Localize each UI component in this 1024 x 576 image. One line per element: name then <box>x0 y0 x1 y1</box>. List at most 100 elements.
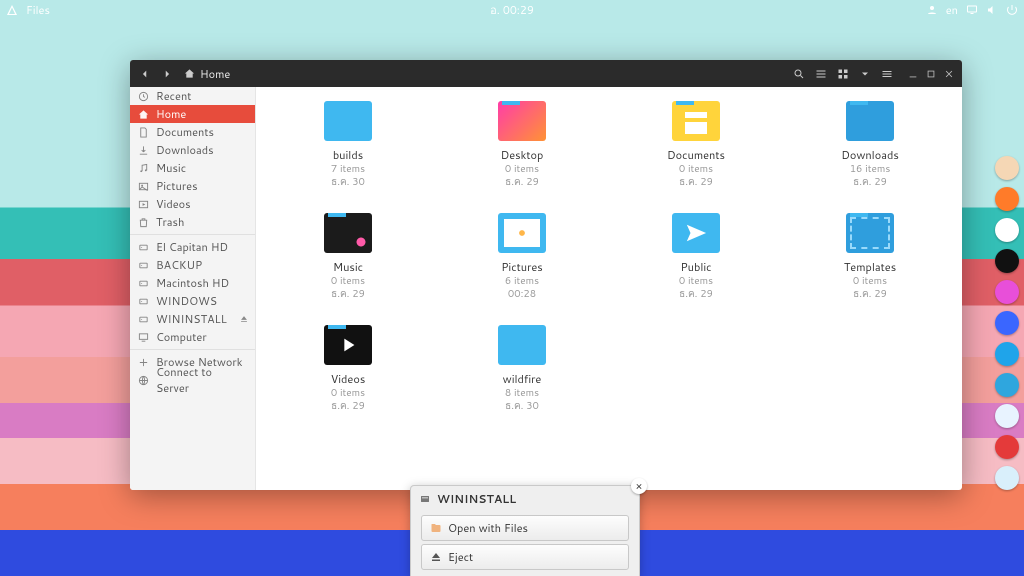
sidebar-item-windows[interactable]: WINDOWS <box>130 292 255 310</box>
folder-name: Downloads <box>841 147 899 163</box>
hamburger-menu-button[interactable] <box>878 65 896 83</box>
folder-wildfire[interactable]: wildfire8 itemsธ.ค. 30 <box>440 325 604 413</box>
drive-icon <box>138 260 149 271</box>
folder-music[interactable]: Music0 itemsธ.ค. 29 <box>266 213 430 301</box>
sidebar-item-label: BACKUP <box>156 257 202 273</box>
top-panel: Files อ. 00:29 en <box>0 0 1024 20</box>
eject-icon <box>430 551 442 563</box>
view-grid-button[interactable] <box>834 65 852 83</box>
folder-public[interactable]: Public0 itemsธ.ค. 29 <box>614 213 778 301</box>
files-app-icon <box>430 522 442 534</box>
drive-icon <box>138 242 149 253</box>
eject-icon[interactable] <box>239 314 249 324</box>
keyboard-layout[interactable]: en <box>946 2 958 18</box>
server-icon <box>138 375 149 386</box>
sidebar-item-computer[interactable]: Computer <box>130 328 255 346</box>
pic-icon <box>138 181 149 192</box>
folder-icon <box>846 101 894 141</box>
eject-label: Eject <box>448 549 473 565</box>
folder-documents[interactable]: Documents0 itemsธ.ค. 29 <box>614 101 778 189</box>
view-list-button[interactable] <box>812 65 830 83</box>
folder-date: ธ.ค. 29 <box>679 176 713 189</box>
sidebar-item-videos[interactable]: Videos <box>130 195 255 213</box>
display-icon[interactable] <box>966 4 978 16</box>
dock-files[interactable] <box>995 156 1019 180</box>
folder-videos[interactable]: Videos0 itemsธ.ค. 29 <box>266 325 430 413</box>
maximize-button[interactable] <box>924 67 938 81</box>
folder-date: 00:28 <box>508 288 536 301</box>
sidebar-item-macintosh-hd[interactable]: Macintosh HD <box>130 274 255 292</box>
sidebar-item-recent[interactable]: Recent <box>130 87 255 105</box>
sidebar-item-documents[interactable]: Documents <box>130 123 255 141</box>
download-icon <box>138 145 149 156</box>
dock-safari[interactable] <box>995 404 1019 428</box>
sidebar-item-home[interactable]: Home <box>130 105 255 123</box>
folder-date: ธ.ค. 29 <box>331 288 365 301</box>
sidebar-item-trash[interactable]: Trash <box>130 213 255 231</box>
drive-icon <box>138 278 149 289</box>
folder-name: Documents <box>667 147 725 163</box>
folder-icon <box>846 213 894 253</box>
folder-date: ธ.ค. 29 <box>505 176 539 189</box>
sidebar-item-wininstall[interactable]: WININSTALL <box>130 310 255 328</box>
trash-icon <box>138 217 149 228</box>
folder-name: Templates <box>844 259 896 275</box>
file-view[interactable]: builds7 itemsธ.ค. 30Desktop0 itemsธ.ค. 2… <box>256 87 962 490</box>
folder-name: Public <box>680 259 711 275</box>
folder-icon <box>324 101 372 141</box>
sidebar-item-backup[interactable]: BACKUP <box>130 256 255 274</box>
folder-date: ธ.ค. 29 <box>853 288 887 301</box>
folder-name: builds <box>333 147 363 163</box>
clock[interactable]: อ. 00:29 <box>490 1 534 19</box>
close-button[interactable] <box>942 67 956 81</box>
files-window: Home RecentHomeDocumentsDownloadsMusicPi… <box>130 60 962 490</box>
sidebar-item-label: Computer <box>156 329 207 345</box>
drive-icon <box>138 314 149 325</box>
open-with-files-label: Open with Files <box>448 520 528 536</box>
active-app-label[interactable]: Files <box>26 2 50 18</box>
back-button[interactable] <box>136 65 154 83</box>
open-with-files-button[interactable]: Open with Files <box>421 515 629 541</box>
folder-downloads[interactable]: Downloads16 itemsธ.ค. 29 <box>788 101 952 189</box>
dock-app-pink[interactable] <box>995 280 1019 304</box>
search-button[interactable] <box>790 65 808 83</box>
dock-chromium[interactable] <box>995 466 1019 490</box>
folder-icon <box>498 325 546 365</box>
dock-chrome[interactable] <box>995 218 1019 242</box>
sidebar-item-music[interactable]: Music <box>130 159 255 177</box>
dock-telegram[interactable] <box>995 373 1019 397</box>
window-titlebar[interactable]: Home <box>130 60 962 87</box>
path-bar[interactable]: Home <box>184 66 230 82</box>
minimize-button[interactable] <box>906 67 920 81</box>
folder-pictures[interactable]: Pictures6 items00:28 <box>440 213 604 301</box>
view-options-button[interactable] <box>856 65 874 83</box>
folder-desktop[interactable]: Desktop0 itemsธ.ค. 29 <box>440 101 604 189</box>
activities-icon[interactable] <box>6 4 18 16</box>
sidebar-item-label: Documents <box>156 124 214 140</box>
sidebar-item-label: El Capitan HD <box>156 239 228 255</box>
sidebar-item-el-capitan-hd[interactable]: El Capitan HD <box>130 238 255 256</box>
sidebar-item-label: Macintosh HD <box>156 275 229 291</box>
sidebar-item-label: Recent <box>156 88 191 104</box>
dock-app-red[interactable] <box>995 435 1019 459</box>
dock-terminal[interactable] <box>995 249 1019 273</box>
eject-button[interactable]: Eject <box>421 544 629 570</box>
sidebar-item-downloads[interactable]: Downloads <box>130 141 255 159</box>
folder-date: ธ.ค. 30 <box>505 400 539 413</box>
dock-firefox[interactable] <box>995 187 1019 211</box>
power-icon[interactable] <box>1006 4 1018 16</box>
account-icon[interactable] <box>926 4 938 16</box>
sidebar-item-label: Music <box>156 160 186 176</box>
dock-skype[interactable] <box>995 342 1019 366</box>
sidebar-item-pictures[interactable]: Pictures <box>130 177 255 195</box>
folder-builds[interactable]: builds7 itemsธ.ค. 30 <box>266 101 430 189</box>
folder-templates[interactable]: Templates0 itemsธ.ค. 29 <box>788 213 952 301</box>
folder-icon <box>672 213 720 253</box>
sidebar-item-connect-to-server[interactable]: Connect to Server <box>130 371 255 389</box>
dock-app-blue[interactable] <box>995 311 1019 335</box>
places-sidebar: RecentHomeDocumentsDownloadsMusicPicture… <box>130 87 256 490</box>
folder-date: ธ.ค. 30 <box>331 176 365 189</box>
forward-button[interactable] <box>158 65 176 83</box>
volume-icon[interactable] <box>986 4 998 16</box>
sidebar-item-label: Videos <box>156 196 191 212</box>
